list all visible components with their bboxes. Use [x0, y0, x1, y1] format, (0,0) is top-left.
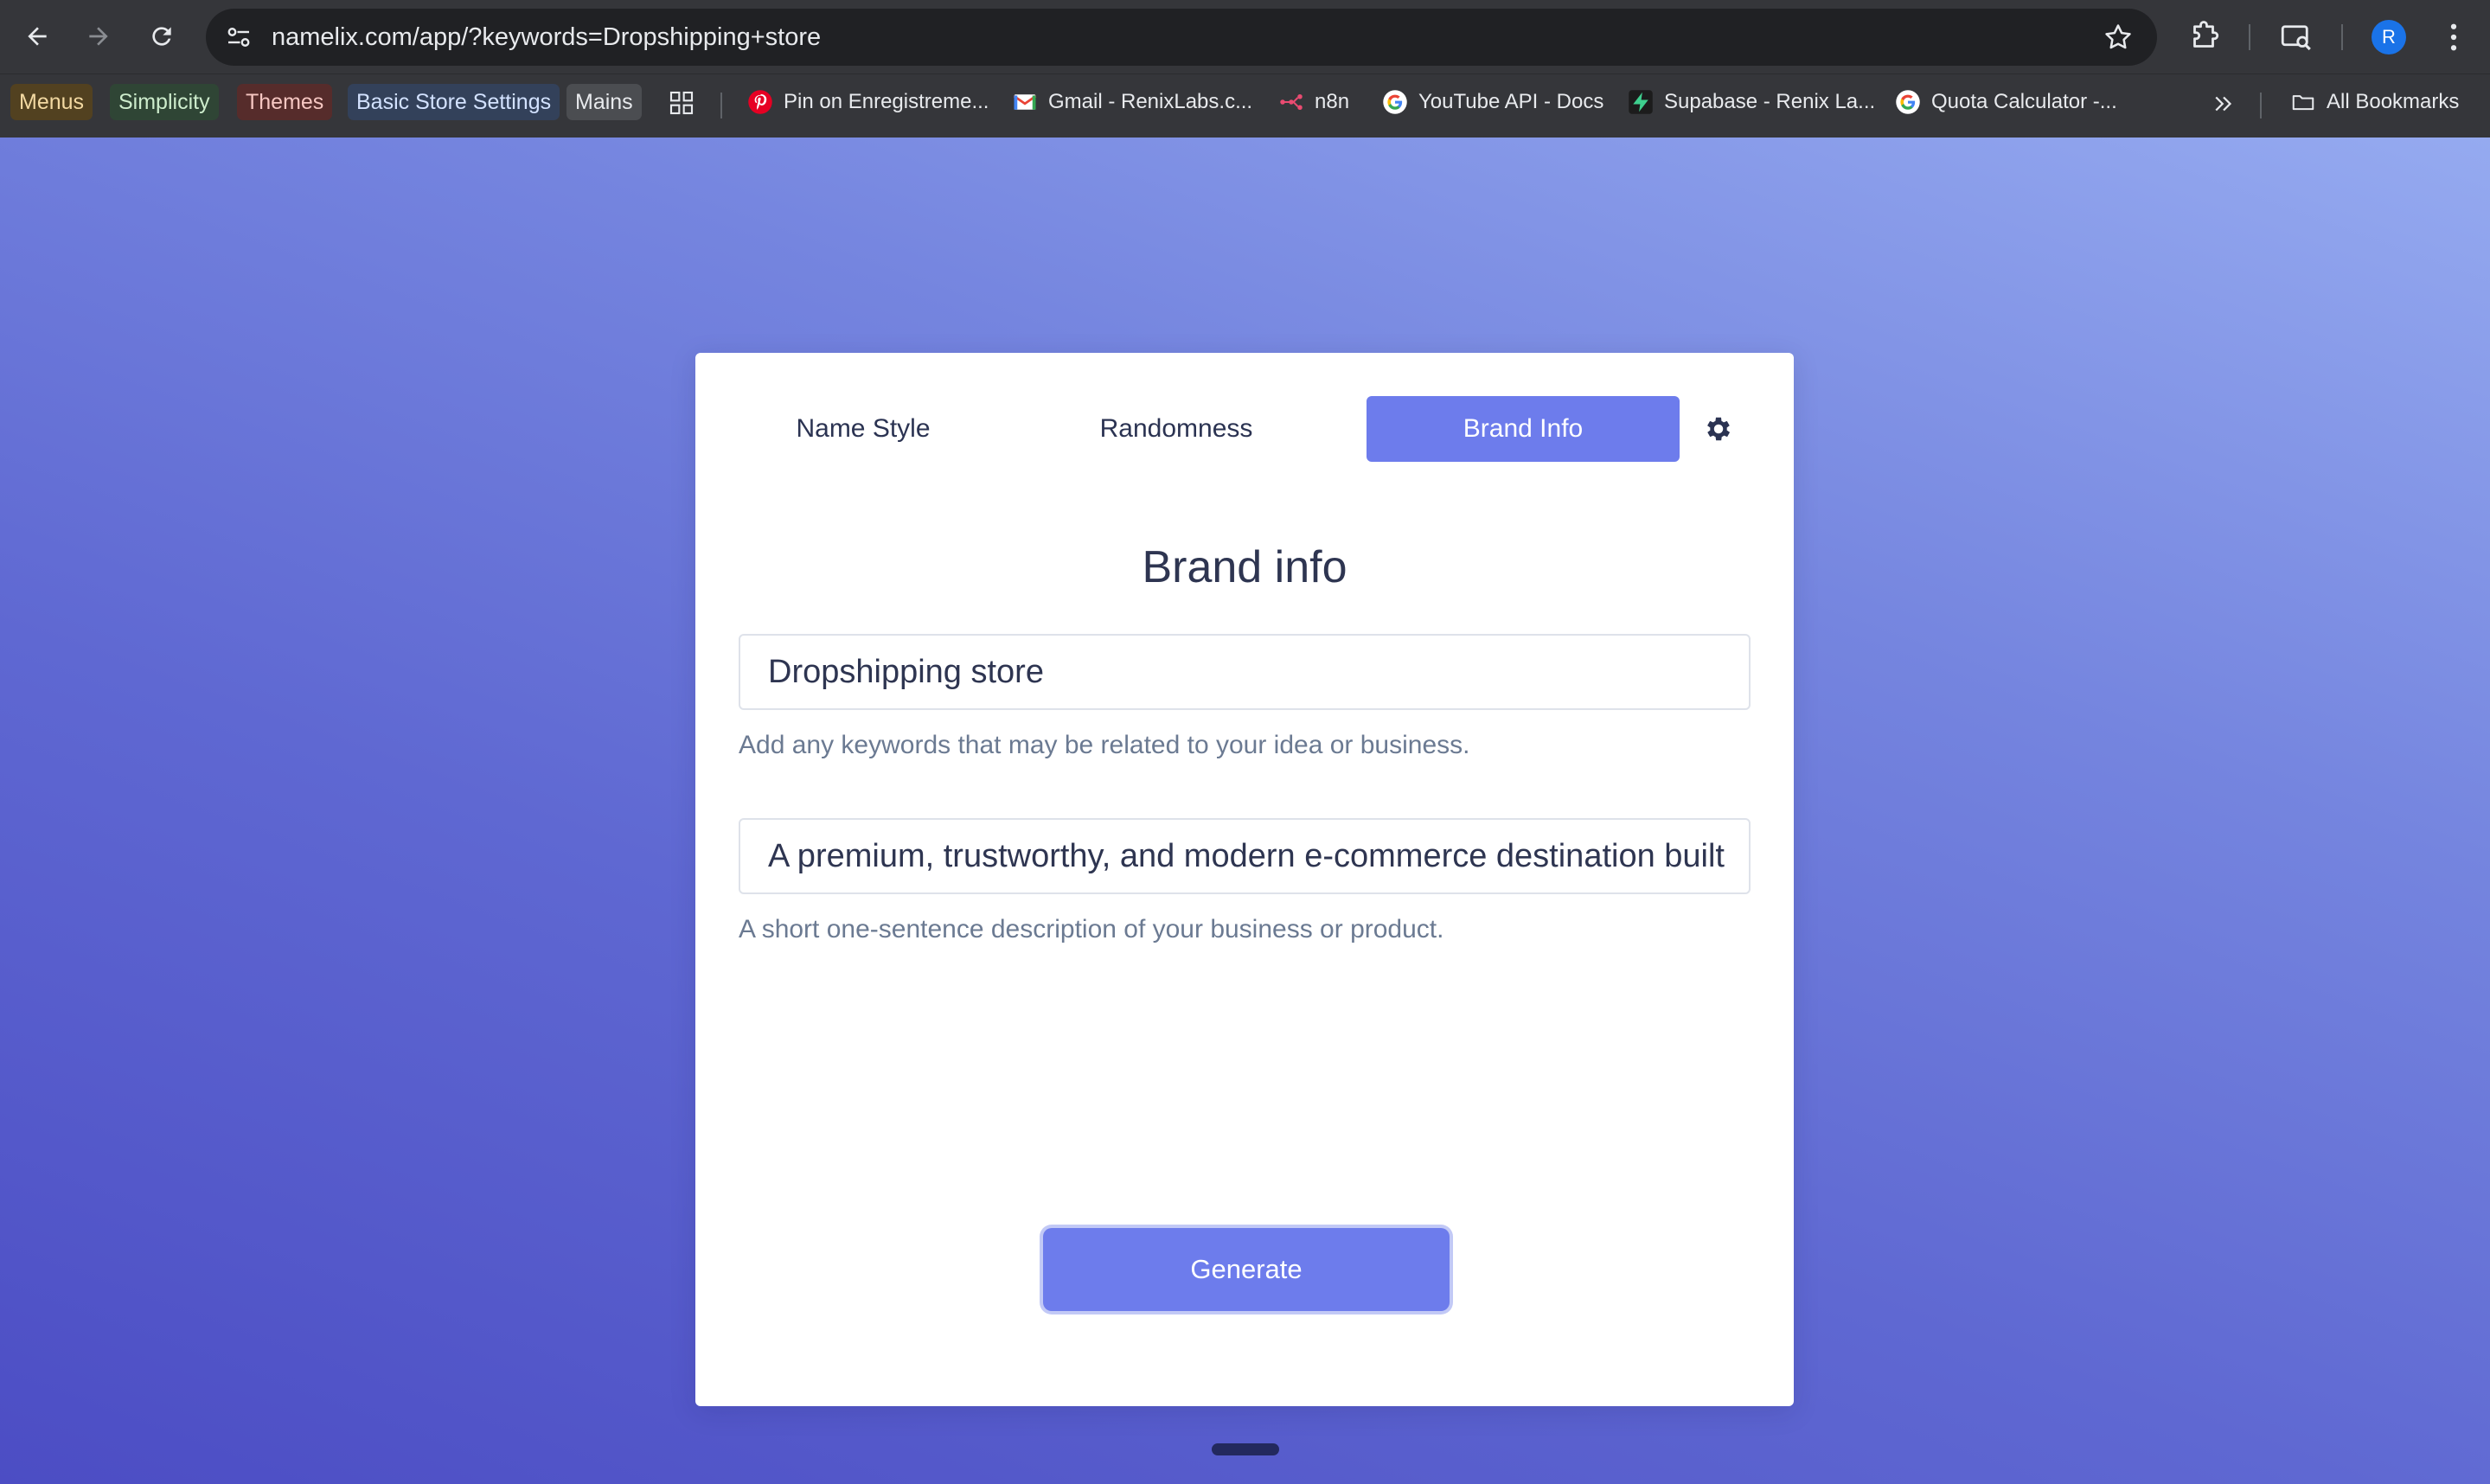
all-bookmarks-button[interactable]: All Bookmarks: [2290, 84, 2459, 120]
chevron-double-right-icon[interactable]: [2211, 91, 2237, 117]
bookmark-n8n[interactable]: n8n: [1278, 84, 1349, 120]
bookmark-label: n8n: [1315, 90, 1350, 113]
bookmark-star-icon[interactable]: [2102, 21, 2135, 54]
bookmark-gmail[interactable]: Gmail - RenixLabs.c...: [1012, 84, 1252, 120]
toolbar-divider: [2341, 24, 2343, 50]
arrow-right-icon: [89, 27, 108, 46]
supabase-icon: [1629, 90, 1653, 114]
url-text[interactable]: namelix.com/app/?keywords=Dropshipping+s…: [272, 21, 821, 54]
google-icon: [1383, 90, 1407, 114]
gear-icon[interactable]: [1703, 413, 1734, 445]
apps-grid-icon[interactable]: [668, 89, 695, 117]
bookmark-folder-menus[interactable]: Menus: [10, 84, 93, 120]
bookmark-folder-basic-store-settings[interactable]: Basic Store Settings: [348, 84, 560, 120]
more-vert-icon[interactable]: [2436, 19, 2472, 55]
toolbar-divider: [2249, 24, 2250, 50]
bookmark-quota-calculator[interactable]: Quota Calculator -...: [1895, 84, 2117, 120]
bookmark-label: Gmail - RenixLabs.c...: [1048, 90, 1253, 113]
brand-info-card: Name Style Randomness Brand Info Brand i…: [695, 353, 1794, 1406]
back-button[interactable]: [16, 15, 59, 58]
reload-icon: [152, 27, 171, 46]
tab-brand-info[interactable]: Brand Info: [1367, 396, 1680, 462]
reload-button[interactable]: [140, 15, 183, 58]
keywords-input[interactable]: Dropshipping store: [739, 634, 1751, 710]
gmail-icon: [1013, 94, 1037, 110]
pinterest-icon: [748, 90, 772, 114]
bookmark-label: Quota Calculator -...: [1931, 90, 2117, 113]
forward-button[interactable]: [77, 15, 120, 58]
bookmark-label: YouTube API - Docs: [1418, 90, 1604, 113]
bookmark-divider: [720, 93, 722, 118]
site-info-icon[interactable]: [223, 22, 254, 53]
tab-name-style[interactable]: Name Style: [707, 396, 1020, 462]
all-bookmarks-label: All Bookmarks: [2327, 90, 2460, 113]
description-input[interactable]: A premium, trustworthy, and modern e-com…: [739, 818, 1751, 894]
bookmark-folder-simplicity[interactable]: Simplicity: [110, 84, 219, 120]
keywords-helper-text: Add any keywords that may be related to …: [739, 731, 1470, 759]
bookmark-label: Pin on Enregistreme...: [784, 90, 989, 113]
extensions-icon[interactable]: [2186, 19, 2222, 55]
page-title: Brand info: [1142, 542, 1347, 592]
page-background: Name Style Randomness Brand Info Brand i…: [0, 138, 2490, 1484]
address-bar[interactable]: namelix.com/app/?keywords=Dropshipping+s…: [206, 9, 2157, 66]
folder-icon: [2292, 95, 2314, 111]
bookmark-supabase[interactable]: Supabase - Renix La...: [1628, 84, 1875, 120]
profile-avatar[interactable]: R: [2372, 20, 2406, 54]
bookmark-youtube-api-docs[interactable]: YouTube API - Docs: [1382, 84, 1603, 120]
bookmark-pinterest[interactable]: Pin on Enregistreme...: [747, 84, 989, 120]
description-helper-text: A short one-sentence description of your…: [739, 915, 1444, 943]
bookmark-folder-mains[interactable]: Mains: [566, 84, 642, 120]
generate-button[interactable]: Generate: [1043, 1228, 1450, 1311]
n8n-icon: [1280, 94, 1303, 110]
bookmark-divider: [2260, 93, 2262, 118]
drawer-handle[interactable]: [1212, 1443, 1279, 1455]
bookmarks-bar: Menus Simplicity Themes Basic Store Sett…: [0, 74, 2490, 138]
tab-search-icon[interactable]: [2278, 19, 2314, 55]
browser-toolbar: namelix.com/app/?keywords=Dropshipping+s…: [0, 0, 2490, 74]
tab-randomness[interactable]: Randomness: [1020, 396, 1333, 462]
bookmark-label: Supabase - Renix La...: [1664, 90, 1876, 113]
bookmark-folder-themes[interactable]: Themes: [237, 84, 333, 120]
arrow-left-icon: [28, 27, 47, 46]
google-icon: [1896, 90, 1920, 114]
